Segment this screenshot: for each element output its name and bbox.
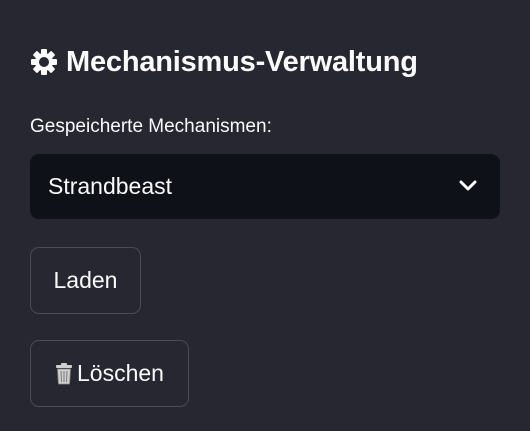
mechanism-select-value: Strandbeast	[48, 173, 173, 199]
mechanism-select[interactable]: Strandbeast	[30, 154, 500, 219]
delete-button-label: Löschen	[77, 360, 164, 386]
load-button[interactable]: Laden	[30, 247, 141, 314]
gear-icon	[30, 48, 58, 76]
delete-button[interactable]: Löschen	[30, 340, 189, 407]
trash-icon	[55, 362, 73, 385]
panel-heading: Mechanismus-Verwaltung	[30, 40, 418, 84]
page-title: Mechanismus-Verwaltung	[66, 45, 418, 78]
chevron-down-icon[interactable]	[458, 178, 478, 194]
load-button-label: Laden	[53, 267, 118, 293]
mechanism-select-label: Gespeicherte Mechanismen:	[30, 116, 272, 137]
